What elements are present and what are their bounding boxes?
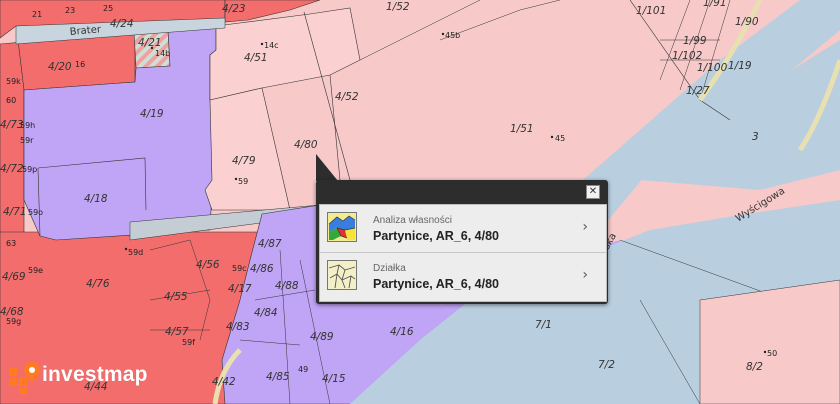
ownership-analysis-icon bbox=[327, 212, 357, 242]
parcel-label: 4/20 bbox=[48, 61, 72, 73]
parcel-item[interactable]: Działka Partynice, AR_6, 4/80 › bbox=[320, 253, 606, 300]
parcel-label: 4/24 bbox=[110, 18, 134, 30]
address-number: 59h bbox=[20, 121, 35, 130]
parcel-label: 4/19 bbox=[140, 108, 164, 120]
parcel-label: 4/87 bbox=[258, 238, 282, 250]
parcel-label: 4/57 bbox=[165, 326, 189, 338]
parcel-label: 4/18 bbox=[84, 193, 108, 205]
parcel-label: 1/100 bbox=[697, 62, 728, 74]
parcel-label: 7/2 bbox=[598, 359, 615, 371]
parcel-label: 4/17 bbox=[228, 283, 252, 295]
chevron-right-icon: › bbox=[582, 219, 588, 235]
ownership-analysis-title: Analiza własności bbox=[373, 215, 452, 226]
parcel-label: 4/79 bbox=[232, 155, 256, 167]
parcel-map-icon bbox=[327, 260, 357, 290]
parcel-label: 1/102 bbox=[672, 50, 703, 62]
parcel-label: 4/56 bbox=[196, 259, 220, 271]
popup-pointer bbox=[316, 154, 338, 181]
parcel-label: 4/84 bbox=[254, 307, 278, 319]
address-number: 63 bbox=[6, 239, 16, 248]
parcel-label: 4/52 bbox=[335, 91, 359, 103]
address-number: 60 bbox=[6, 96, 16, 105]
address-number: 59d bbox=[128, 248, 143, 257]
parcel-subtitle: Partynice, AR_6, 4/80 bbox=[373, 277, 499, 291]
address-number: 45b bbox=[445, 31, 460, 40]
address-number: 59p bbox=[22, 165, 37, 174]
ownership-analysis-item[interactable]: Analiza własności Partynice, AR_6, 4/80 … bbox=[320, 205, 606, 253]
parcel-label: 1/27 bbox=[686, 85, 710, 97]
address-number: 14b bbox=[155, 49, 170, 58]
parcel-label: 4/71 bbox=[3, 206, 27, 218]
parcel-label: 4/69 bbox=[2, 271, 26, 283]
address-number: 21 bbox=[32, 10, 42, 19]
parcel-label: 4/86 bbox=[250, 263, 274, 275]
parcel-label: 4/72 bbox=[0, 163, 24, 175]
address-number: 59f bbox=[182, 338, 195, 347]
parcel-label: 4/88 bbox=[275, 280, 299, 292]
parcel-label: 4/55 bbox=[164, 291, 188, 303]
parcel-label: 1/91 bbox=[703, 0, 727, 9]
parcel-label: 1/90 bbox=[735, 16, 759, 28]
address-number: 16 bbox=[75, 60, 85, 69]
chevron-right-icon: › bbox=[582, 267, 588, 283]
parcel-label: 1/19 bbox=[728, 60, 752, 72]
parcel-label: 1/101 bbox=[636, 5, 666, 17]
parcel-label: 4/21 bbox=[138, 37, 162, 49]
close-icon[interactable]: ✕ bbox=[586, 185, 600, 199]
address-number: 59k bbox=[6, 77, 21, 86]
logo-pin-icon bbox=[9, 362, 40, 394]
address-number: 45 bbox=[555, 134, 565, 143]
parcel-label: 1/51 bbox=[510, 123, 534, 135]
logo-text: investmap bbox=[42, 363, 148, 386]
parcel-label: 1/99 bbox=[683, 35, 707, 47]
popup-menu: Analiza własności Partynice, AR_6, 4/80 … bbox=[319, 204, 607, 302]
address-number: 59r bbox=[20, 136, 34, 145]
parcel-label: 4/83 bbox=[226, 321, 250, 333]
parcel-label: 4/16 bbox=[390, 326, 414, 338]
address-number: 59 bbox=[238, 177, 248, 186]
address-number: 14c bbox=[264, 41, 279, 50]
parcel-label: 4/80 bbox=[294, 139, 318, 151]
parcel-label: 4/76 bbox=[86, 278, 110, 290]
parcel-info-popup: ✕ Analiza własności Partynice, AR_6, 4/8… bbox=[316, 180, 608, 304]
address-number: 59o bbox=[28, 208, 43, 217]
address-number: 59g bbox=[6, 317, 21, 326]
parcel-label: 7/1 bbox=[535, 319, 552, 331]
parcel-label: 4/42 bbox=[212, 376, 236, 388]
parcel-label: 8/2 bbox=[746, 361, 763, 373]
address-number: 59e bbox=[28, 266, 43, 275]
parcel-label: 4/51 bbox=[244, 52, 268, 64]
parcel-label: 4/23 bbox=[222, 3, 246, 15]
address-number: 59c bbox=[232, 264, 247, 273]
address-number: 49 bbox=[298, 365, 308, 374]
ownership-analysis-subtitle: Partynice, AR_6, 4/80 bbox=[373, 229, 499, 243]
parcel-label: 1/52 bbox=[386, 1, 410, 13]
address-number: 25 bbox=[103, 4, 113, 13]
parcel-label: 4/89 bbox=[310, 331, 334, 343]
parcel-label: 4/15 bbox=[322, 373, 346, 385]
parcel-label: 3 bbox=[752, 131, 759, 143]
parcel-title: Działka bbox=[373, 263, 406, 274]
address-number: 50 bbox=[767, 349, 777, 358]
parcel-label: 4/85 bbox=[266, 371, 290, 383]
address-number: 23 bbox=[65, 6, 75, 15]
